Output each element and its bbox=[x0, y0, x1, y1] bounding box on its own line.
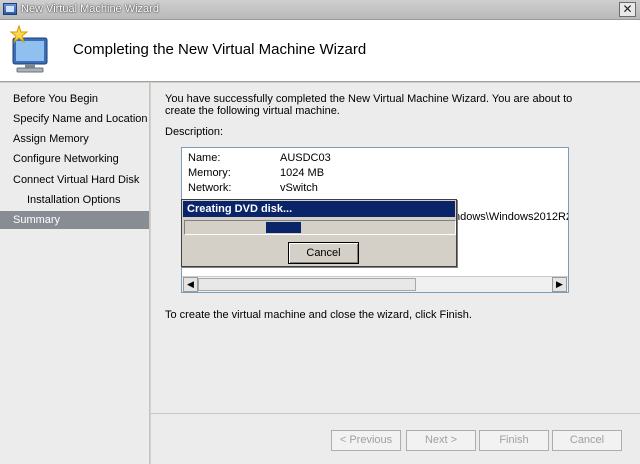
horizontal-scrollbar[interactable]: ◀ ▶ bbox=[182, 276, 568, 292]
sidebar-item-specify-name-location[interactable]: Specify Name and Location bbox=[0, 110, 149, 128]
progress-dialog: Creating DVD disk... Cancel bbox=[181, 199, 457, 267]
progress-bar bbox=[184, 220, 456, 235]
sidebar-item-installation-options[interactable]: Installation Options bbox=[0, 191, 149, 209]
sidebar-item-assign-memory[interactable]: Assign Memory bbox=[0, 130, 149, 148]
progress-title: Creating DVD disk... bbox=[183, 201, 455, 217]
sidebar-item-connect-vhd[interactable]: Connect Virtual Hard Disk bbox=[0, 171, 149, 189]
progress-cancel-button[interactable]: Cancel bbox=[288, 242, 359, 264]
scroll-right-icon[interactable]: ▶ bbox=[552, 277, 567, 292]
sidebar-item-configure-networking[interactable]: Configure Networking bbox=[0, 150, 149, 168]
sidebar-item-before-you-begin[interactable]: Before You Begin bbox=[0, 90, 149, 108]
progress-bar-fill bbox=[266, 222, 301, 233]
app-icon bbox=[3, 3, 17, 15]
vhd-path-text: ndows\Windows2012R2\ bbox=[454, 211, 569, 223]
next-button[interactable]: Next > bbox=[406, 430, 476, 451]
page-title: Completing the New Virtual Machine Wizar… bbox=[73, 41, 367, 58]
previous-button[interactable]: < Previous bbox=[331, 430, 401, 451]
sidebar-item-summary[interactable]: Summary bbox=[0, 211, 149, 229]
description-label: Description: bbox=[165, 126, 224, 138]
wizard-header: Completing the New Virtual Machine Wizar… bbox=[0, 20, 640, 82]
wizard-footer: < Previous Next > Finish Cancel bbox=[151, 413, 640, 464]
scroll-left-icon[interactable]: ◀ bbox=[183, 277, 198, 292]
wizard-steps-sidebar: Before You Begin Specify Name and Locati… bbox=[0, 83, 150, 464]
wizard-computer-icon bbox=[9, 24, 48, 73]
window-title: New Virtual Machine Wizard bbox=[21, 3, 159, 15]
cancel-button[interactable]: Cancel bbox=[552, 430, 622, 451]
finish-button[interactable]: Finish bbox=[479, 430, 549, 451]
scrollbar-thumb[interactable] bbox=[198, 278, 416, 291]
close-icon[interactable]: ✕ bbox=[619, 2, 636, 17]
finish-instruction: To create the virtual machine and close … bbox=[165, 309, 472, 321]
intro-text: You have successfully completed the New … bbox=[165, 93, 573, 117]
title-bar: New Virtual Machine Wizard ✕ bbox=[0, 0, 640, 20]
